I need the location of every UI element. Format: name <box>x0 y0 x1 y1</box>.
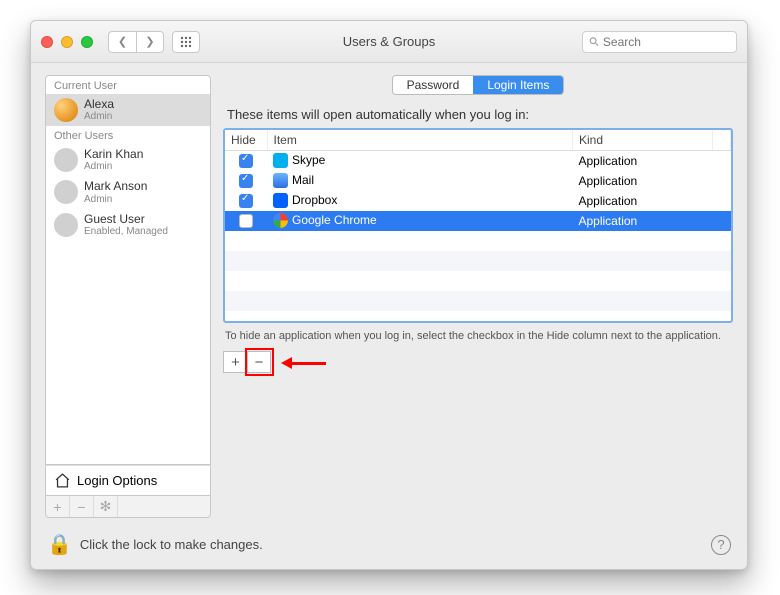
app-icon <box>273 213 288 228</box>
titlebar: ❮ ❯ Users & Groups <box>31 21 747 63</box>
remove-item-button[interactable]: − <box>247 351 271 373</box>
section-current-user: Current User <box>46 76 210 94</box>
preferences-window: ❮ ❯ Users & Groups Current User Alexa Ad… <box>30 20 748 570</box>
table-row[interactable]: Skype Application <box>225 151 731 171</box>
item-kind: Application <box>573 171 713 191</box>
user-row[interactable]: Mark Anson Admin <box>46 176 210 208</box>
minimize-icon[interactable] <box>61 36 73 48</box>
user-name: Mark Anson <box>84 180 147 193</box>
close-icon[interactable] <box>41 36 53 48</box>
login-items-table: Hide Item Kind Skype Application <box>223 128 733 323</box>
tab-login-items[interactable]: Login Items <box>473 76 563 94</box>
item-name: Dropbox <box>292 193 337 207</box>
login-options-button[interactable]: Login Options <box>45 465 211 496</box>
action-menu-button[interactable]: ✻ <box>94 496 118 517</box>
user-role: Admin <box>84 161 143 172</box>
nav-group: ❮ ❯ <box>108 31 164 53</box>
lock-text: Click the lock to make changes. <box>80 537 263 552</box>
item-kind: Application <box>573 191 713 211</box>
sidebar: Current User Alexa Admin Other Users Kar… <box>45 75 211 518</box>
col-spacer <box>713 130 731 151</box>
user-role: Admin <box>84 111 114 122</box>
search-input[interactable] <box>603 35 730 49</box>
remove-user-button[interactable]: − <box>70 496 94 517</box>
user-name: Karin Khan <box>84 148 143 161</box>
app-icon <box>273 193 288 208</box>
add-user-button[interactable]: + <box>46 496 70 517</box>
table-row[interactable]: Mail Application <box>225 171 731 191</box>
help-button[interactable]: ? <box>711 535 731 555</box>
item-kind: Application <box>573 151 713 171</box>
add-remove-group: + − <box>223 351 733 373</box>
footer: 🔒 Click the lock to make changes. ? <box>45 526 733 557</box>
col-hide[interactable]: Hide <box>225 130 267 151</box>
home-icon <box>54 472 71 489</box>
item-name: Skype <box>292 153 325 167</box>
avatar <box>54 98 78 122</box>
window-controls <box>41 36 93 48</box>
item-name: Mail <box>292 173 314 187</box>
hide-checkbox[interactable] <box>239 214 253 228</box>
item-kind: Application <box>573 211 713 231</box>
avatar <box>54 180 78 204</box>
col-kind[interactable]: Kind <box>573 130 713 151</box>
user-role: Admin <box>84 194 147 205</box>
tab-bar: Password Login Items <box>223 75 733 95</box>
item-name: Google Chrome <box>292 213 377 227</box>
table-row[interactable]: Dropbox Application <box>225 191 731 211</box>
table-row[interactable]: Google Chrome Application <box>225 211 731 231</box>
zoom-icon[interactable] <box>81 36 93 48</box>
user-name: Guest User <box>84 213 168 226</box>
hide-checkbox[interactable] <box>239 174 253 188</box>
annotation-arrow <box>281 357 326 369</box>
user-row[interactable]: Karin Khan Admin <box>46 144 210 176</box>
login-options-label: Login Options <box>77 473 157 488</box>
hide-hint-text: To hide an application when you log in, … <box>225 329 733 343</box>
user-role: Enabled, Managed <box>84 226 168 237</box>
section-other-users: Other Users <box>46 126 210 144</box>
back-button[interactable]: ❮ <box>108 31 136 53</box>
show-all-button[interactable] <box>172 31 200 53</box>
user-row-current[interactable]: Alexa Admin <box>46 94 210 126</box>
sidebar-button-bar: + − ✻ <box>45 496 211 518</box>
lock-icon[interactable]: 🔒 <box>47 532 72 557</box>
app-icon <box>273 173 288 188</box>
content-pane: Password Login Items These items will op… <box>223 75 733 518</box>
hide-checkbox[interactable] <box>239 194 253 208</box>
tab-password[interactable]: Password <box>393 76 474 94</box>
avatar <box>54 148 78 172</box>
add-item-button[interactable]: + <box>223 351 247 373</box>
login-items-subtitle: These items will open automatically when… <box>227 107 733 122</box>
user-name: Alexa <box>84 98 114 111</box>
user-list: Current User Alexa Admin Other Users Kar… <box>45 75 211 465</box>
col-item[interactable]: Item <box>267 130 573 151</box>
avatar <box>54 213 78 237</box>
forward-button[interactable]: ❯ <box>136 31 164 53</box>
hide-checkbox[interactable] <box>239 154 253 168</box>
user-row[interactable]: Guest User Enabled, Managed <box>46 209 210 241</box>
app-icon <box>273 153 288 168</box>
search-icon <box>589 36 599 47</box>
search-field[interactable] <box>582 31 737 53</box>
